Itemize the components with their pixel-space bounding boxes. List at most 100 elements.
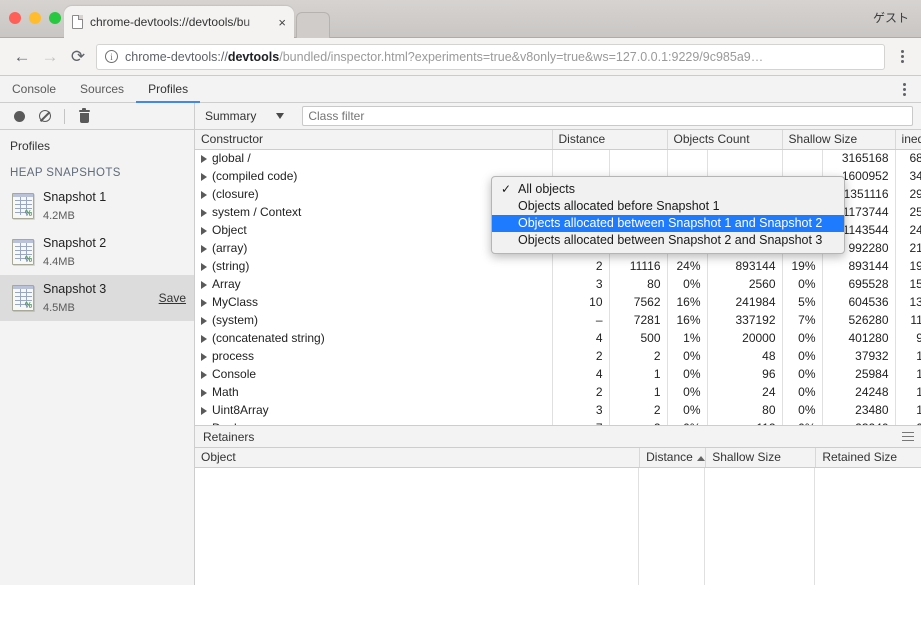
tab-sources[interactable]: Sources: [68, 76, 136, 103]
forward-icon[interactable]: →: [36, 43, 64, 71]
objects-filter-dropdown[interactable]: ✓ All objects Objects allocated before S…: [491, 176, 845, 254]
expand-triangle-icon[interactable]: [201, 370, 207, 379]
objects-count-percent-cell: 0%: [667, 275, 708, 293]
table-row[interactable]: (system) –728116%3371927%52628011%: [195, 311, 921, 329]
reload-icon[interactable]: ⟳: [64, 43, 92, 71]
clear-button[interactable]: [33, 104, 57, 128]
table-row[interactable]: Uint8Array320%800%234801%: [195, 401, 921, 419]
retained-size-percent-cell: 1%: [895, 365, 921, 383]
expand-triangle-icon[interactable]: [201, 262, 207, 271]
retainers-title: Retainers: [203, 429, 255, 444]
delete-button[interactable]: [72, 104, 96, 128]
expand-triangle-icon[interactable]: [201, 352, 207, 361]
expand-triangle-icon[interactable]: [201, 172, 207, 181]
objects-count-cell: 500: [609, 329, 668, 347]
snapshot-item-1[interactable]: % Snapshot 1 4.2MB: [0, 183, 194, 229]
table-row[interactable]: Console410%960%259841%: [195, 365, 921, 383]
snapshot-size: 4.2MB: [43, 210, 75, 222]
dropdown-item-before-snapshot-1[interactable]: Objects allocated before Snapshot 1: [492, 198, 844, 215]
tab-profiles[interactable]: Profiles: [136, 76, 201, 103]
page-info-icon[interactable]: i: [105, 50, 118, 63]
expand-triangle-icon[interactable]: [201, 406, 207, 415]
toolbar-divider: [64, 108, 65, 124]
table-row[interactable]: global / 316516868%: [195, 149, 921, 167]
expand-triangle-icon[interactable]: [201, 226, 207, 235]
heap-snapshots-section-header: HEAP SNAPSHOTS: [10, 167, 121, 179]
table-row[interactable]: MyClass 10756216%2419845%60453613%: [195, 293, 921, 311]
dropdown-item-between-snapshot-2-and-3[interactable]: Objects allocated between Snapshot 2 and…: [492, 232, 844, 249]
constructor-cell: Array: [195, 275, 553, 293]
table-row[interactable]: process220%480%379321%: [195, 347, 921, 365]
snapshot-item-2[interactable]: % Snapshot 2 4.4MB: [0, 229, 194, 275]
minimize-window-button[interactable]: [29, 12, 41, 24]
distance-cell: 3: [552, 401, 610, 419]
expand-triangle-icon[interactable]: [201, 280, 207, 289]
dropdown-item-label: Objects allocated before Snapshot 1: [518, 199, 720, 213]
retainers-panel: Retainers Object Distance Shallow Size R…: [195, 425, 921, 585]
column-header-objects-count[interactable]: Objects Count: [667, 130, 783, 150]
snapshot-item-3[interactable]: % Snapshot 3 4.5MB Save: [0, 275, 194, 321]
retained-size-cell: 23480: [822, 401, 896, 419]
heap-snapshot-icon: %: [12, 193, 34, 219]
save-snapshot-link[interactable]: Save: [159, 291, 186, 305]
retainers-menu-icon[interactable]: [902, 432, 914, 444]
url-input[interactable]: i chrome-devtools://devtools/bundled/ins…: [96, 43, 885, 70]
expand-triangle-icon[interactable]: [201, 244, 207, 253]
url-host: devtools: [227, 49, 280, 64]
retainers-column-distance[interactable]: Distance: [639, 448, 707, 468]
profiles-sidebar: Profiles HEAP SNAPSHOTS % Snapshot 1 4.2…: [0, 130, 195, 585]
url-scheme: chrome-devtools://: [125, 49, 228, 64]
retainers-column-shallow-size[interactable]: Shallow Size: [705, 448, 817, 468]
constructor-name: Object: [212, 223, 247, 237]
objects-count-cell: 2: [609, 401, 668, 419]
shallow-size-percent-cell: 0%: [782, 383, 823, 401]
objects-count-percent-cell: 0%: [667, 347, 708, 365]
expand-triangle-icon[interactable]: [201, 316, 207, 325]
view-mode-select[interactable]: Summary: [205, 109, 288, 123]
expand-triangle-icon[interactable]: [201, 190, 207, 199]
snapshot-icon-percent: %: [24, 255, 32, 264]
no-entry-icon: [39, 110, 51, 122]
retainers-title-bar: Retainers: [195, 426, 921, 448]
retainers-column-retained-size[interactable]: Retained Size: [815, 448, 921, 468]
retained-size-percent-cell: 1%: [895, 401, 921, 419]
dropdown-item-all-objects[interactable]: ✓ All objects: [492, 181, 844, 198]
table-row[interactable]: Math210%240%242481%: [195, 383, 921, 401]
maximize-window-button[interactable]: [49, 12, 61, 24]
snapshot-text-2: Snapshot 2 4.4MB: [43, 234, 186, 270]
browser-menu-icon[interactable]: [891, 50, 913, 63]
devtools-menu-icon[interactable]: [893, 83, 915, 96]
close-window-button[interactable]: [9, 12, 21, 24]
shallow-size-cell: 80: [707, 401, 783, 419]
back-icon[interactable]: ←: [8, 43, 36, 71]
new-tab-button[interactable]: [296, 12, 330, 38]
dropdown-item-label: Objects allocated between Snapshot 1 and…: [518, 216, 823, 230]
class-filter-input[interactable]: [302, 106, 913, 126]
table-row[interactable]: Array3800%25600%69552815%: [195, 275, 921, 293]
record-button[interactable]: [7, 104, 31, 128]
distance-cell: 2: [552, 257, 610, 275]
distance-cell: 4: [552, 329, 610, 347]
column-header-constructor[interactable]: Constructor: [195, 130, 553, 150]
expand-triangle-icon[interactable]: [201, 334, 207, 343]
column-header-shallow-size[interactable]: Shallow Size: [782, 130, 896, 150]
distance-cell: 4: [552, 365, 610, 383]
expand-triangle-icon[interactable]: [201, 298, 207, 307]
expand-triangle-icon[interactable]: [201, 208, 207, 217]
tab-console[interactable]: Console: [0, 76, 68, 103]
snapshot-size: 4.5MB: [43, 302, 75, 314]
table-row[interactable]: (concatenated string) 4 500 1% 20000 0% 401280…: [195, 329, 921, 347]
expand-triangle-icon[interactable]: [201, 155, 207, 164]
column-header-retained-size[interactable]: ined Size: [895, 130, 921, 150]
column-header-distance[interactable]: Distance: [552, 130, 668, 150]
dropdown-item-between-snapshot-1-and-2[interactable]: Objects allocated between Snapshot 1 and…: [492, 215, 844, 232]
constructor-name: (array): [212, 241, 248, 255]
table-row[interactable]: (string)21111624%89314419%89314419%: [195, 257, 921, 275]
retainers-column-object[interactable]: Object: [195, 448, 641, 468]
close-tab-icon[interactable]: ×: [278, 16, 286, 29]
objects-count-percent-cell: 0%: [667, 401, 708, 419]
expand-triangle-icon[interactable]: [201, 388, 207, 397]
constructor-cell: MyClass: [195, 293, 553, 311]
browser-tab-devtools[interactable]: chrome-devtools://devtools/bu ×: [64, 6, 294, 38]
guest-profile-label[interactable]: ゲスト: [873, 9, 909, 26]
